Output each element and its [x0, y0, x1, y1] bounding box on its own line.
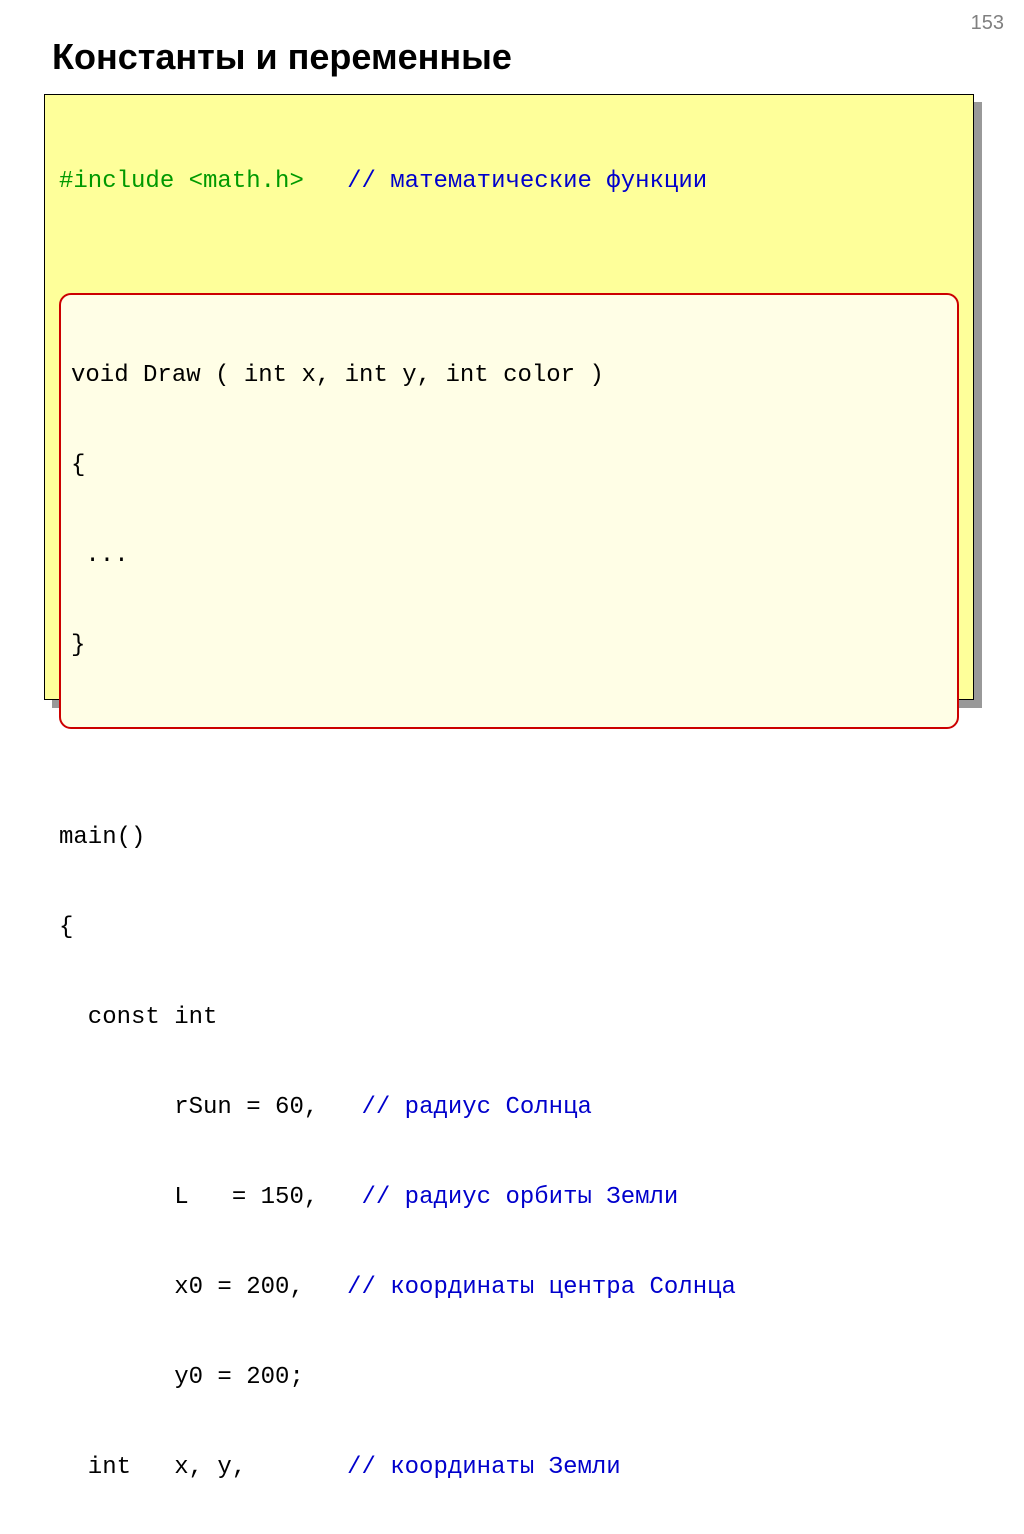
code-line: const int [59, 1003, 959, 1033]
code-line: { [59, 913, 959, 943]
comment: // радиус орбиты Земли [361, 1184, 678, 1211]
code-line: L = 150, // радиус орбиты Земли [59, 1183, 959, 1213]
pad [304, 168, 347, 195]
page-number: 153 [971, 12, 1004, 35]
comment: // математические функции [347, 168, 707, 195]
code-text: rSun = 60, [59, 1094, 361, 1121]
include-directive: #include <math.h> [59, 168, 304, 195]
code-line: #include <math.h> // математические функ… [59, 167, 959, 197]
code-line: } [71, 631, 947, 661]
code-text: int x, y, [59, 1454, 347, 1481]
code-line: ... [71, 541, 947, 571]
code-text: L = 150, [59, 1184, 361, 1211]
code-line: rSun = 60, // радиус Солнца [59, 1093, 959, 1123]
code-text: x0 = 200, [59, 1274, 347, 1301]
code-block: #include <math.h> // математические функ… [44, 94, 974, 700]
code-panel: #include <math.h> // математические функ… [44, 94, 982, 708]
draw-function-box: void Draw ( int x, int y, int color ) { … [59, 293, 959, 729]
comment: // радиус Солнца [361, 1094, 591, 1121]
comment: // координаты Земли [347, 1454, 621, 1481]
page-title: Константы и переменные [52, 36, 512, 78]
code-line: y0 = 200; [59, 1363, 959, 1393]
comment: // координаты центра Солнца [347, 1274, 736, 1301]
code-line: int x, y, // координаты Земли [59, 1453, 959, 1483]
code-line: void Draw ( int x, int y, int color ) [71, 361, 947, 391]
code-line: x0 = 200, // координаты центра Солнца [59, 1273, 959, 1303]
code-line: { [71, 451, 947, 481]
code-line: main() [59, 823, 959, 853]
